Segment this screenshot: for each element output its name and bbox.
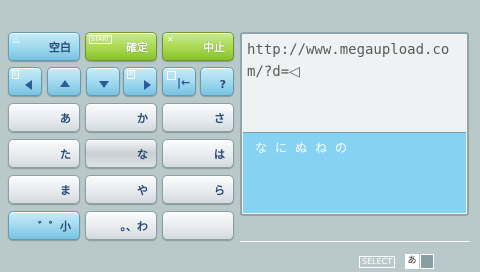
kana-key-na[interactable]: な bbox=[85, 139, 157, 168]
kana-key-ra[interactable]: ら bbox=[162, 175, 234, 204]
kana-key-label: な bbox=[137, 148, 148, 161]
square-button-icon bbox=[167, 71, 176, 80]
confirm-key-label: 確定 bbox=[126, 41, 148, 54]
help-key-label: ? bbox=[219, 78, 226, 91]
confirm-key[interactable]: START 確定 bbox=[85, 32, 157, 61]
cursor-down-key[interactable] bbox=[86, 67, 120, 96]
kana-key-ta[interactable]: た bbox=[8, 139, 80, 168]
kana-key-label: あ bbox=[60, 112, 71, 125]
kana-key-ya[interactable]: や bbox=[85, 175, 157, 204]
input-mode-indicator: あ bbox=[405, 254, 419, 269]
r-button-tag: R bbox=[127, 70, 136, 79]
triangle-button-icon: △ bbox=[13, 35, 20, 44]
help-key[interactable]: ? bbox=[200, 67, 234, 96]
url-value: http://www.megaupload.com/?d= bbox=[247, 42, 450, 80]
url-text: http://www.megaupload.com/?d=◁ bbox=[247, 39, 462, 83]
punctuation-wa-key[interactable]: 。、わ bbox=[85, 211, 157, 240]
space-key[interactable]: △ 空白 bbox=[8, 32, 80, 61]
text-cursor-icon: ◁ bbox=[289, 64, 300, 80]
kana-key-label: や bbox=[137, 184, 148, 197]
kana-key-a[interactable]: あ bbox=[8, 103, 80, 132]
input-area[interactable]: なにぬねの bbox=[243, 132, 466, 213]
arrow-left-icon bbox=[25, 80, 32, 90]
kana-key-label: は bbox=[214, 148, 225, 161]
arrow-down-icon bbox=[99, 81, 109, 88]
cross-button-icon: ✕ bbox=[167, 35, 174, 44]
cancel-key-label: 中止 bbox=[203, 41, 225, 54]
arrow-right-icon bbox=[144, 80, 151, 90]
kana-key-sa[interactable]: さ bbox=[162, 103, 234, 132]
kana-key-label: さ bbox=[214, 112, 225, 125]
input-text: なにぬねの bbox=[255, 141, 356, 155]
cursor-right-key[interactable]: R bbox=[123, 67, 157, 96]
backspace-icon: |← bbox=[177, 76, 191, 89]
kana-key-label: ら bbox=[214, 184, 225, 197]
kana-key-ha[interactable]: は bbox=[162, 139, 234, 168]
cursor-up-key[interactable] bbox=[47, 67, 81, 96]
kana-key-label: た bbox=[60, 148, 71, 161]
select-button-badge: SELECT bbox=[359, 256, 396, 268]
dakuten-small-key[interactable]: ゛゜小 bbox=[8, 211, 80, 240]
kana-key-ma[interactable]: ま bbox=[8, 175, 80, 204]
kana-key-label: 。、わ bbox=[120, 220, 149, 233]
kana-key-label: ゛゜小 bbox=[38, 220, 71, 233]
cursor-left-key[interactable]: L bbox=[8, 67, 42, 96]
space-key-label: 空白 bbox=[49, 41, 71, 54]
divider bbox=[240, 241, 470, 242]
backspace-key[interactable]: |← bbox=[162, 67, 196, 96]
start-button-tag: START bbox=[89, 35, 112, 44]
l-button-tag: L bbox=[12, 70, 20, 79]
kana-key-label: か bbox=[137, 112, 148, 125]
input-mode-secondary bbox=[420, 254, 434, 269]
cancel-key[interactable]: ✕ 中止 bbox=[162, 32, 234, 61]
kana-key-ka[interactable]: か bbox=[85, 103, 157, 132]
arrow-up-icon bbox=[60, 80, 70, 87]
kana-key-label: ま bbox=[60, 184, 71, 197]
text-panel: http://www.megaupload.com/?d=◁ なにぬねの bbox=[240, 32, 469, 216]
empty-key[interactable] bbox=[162, 211, 234, 240]
